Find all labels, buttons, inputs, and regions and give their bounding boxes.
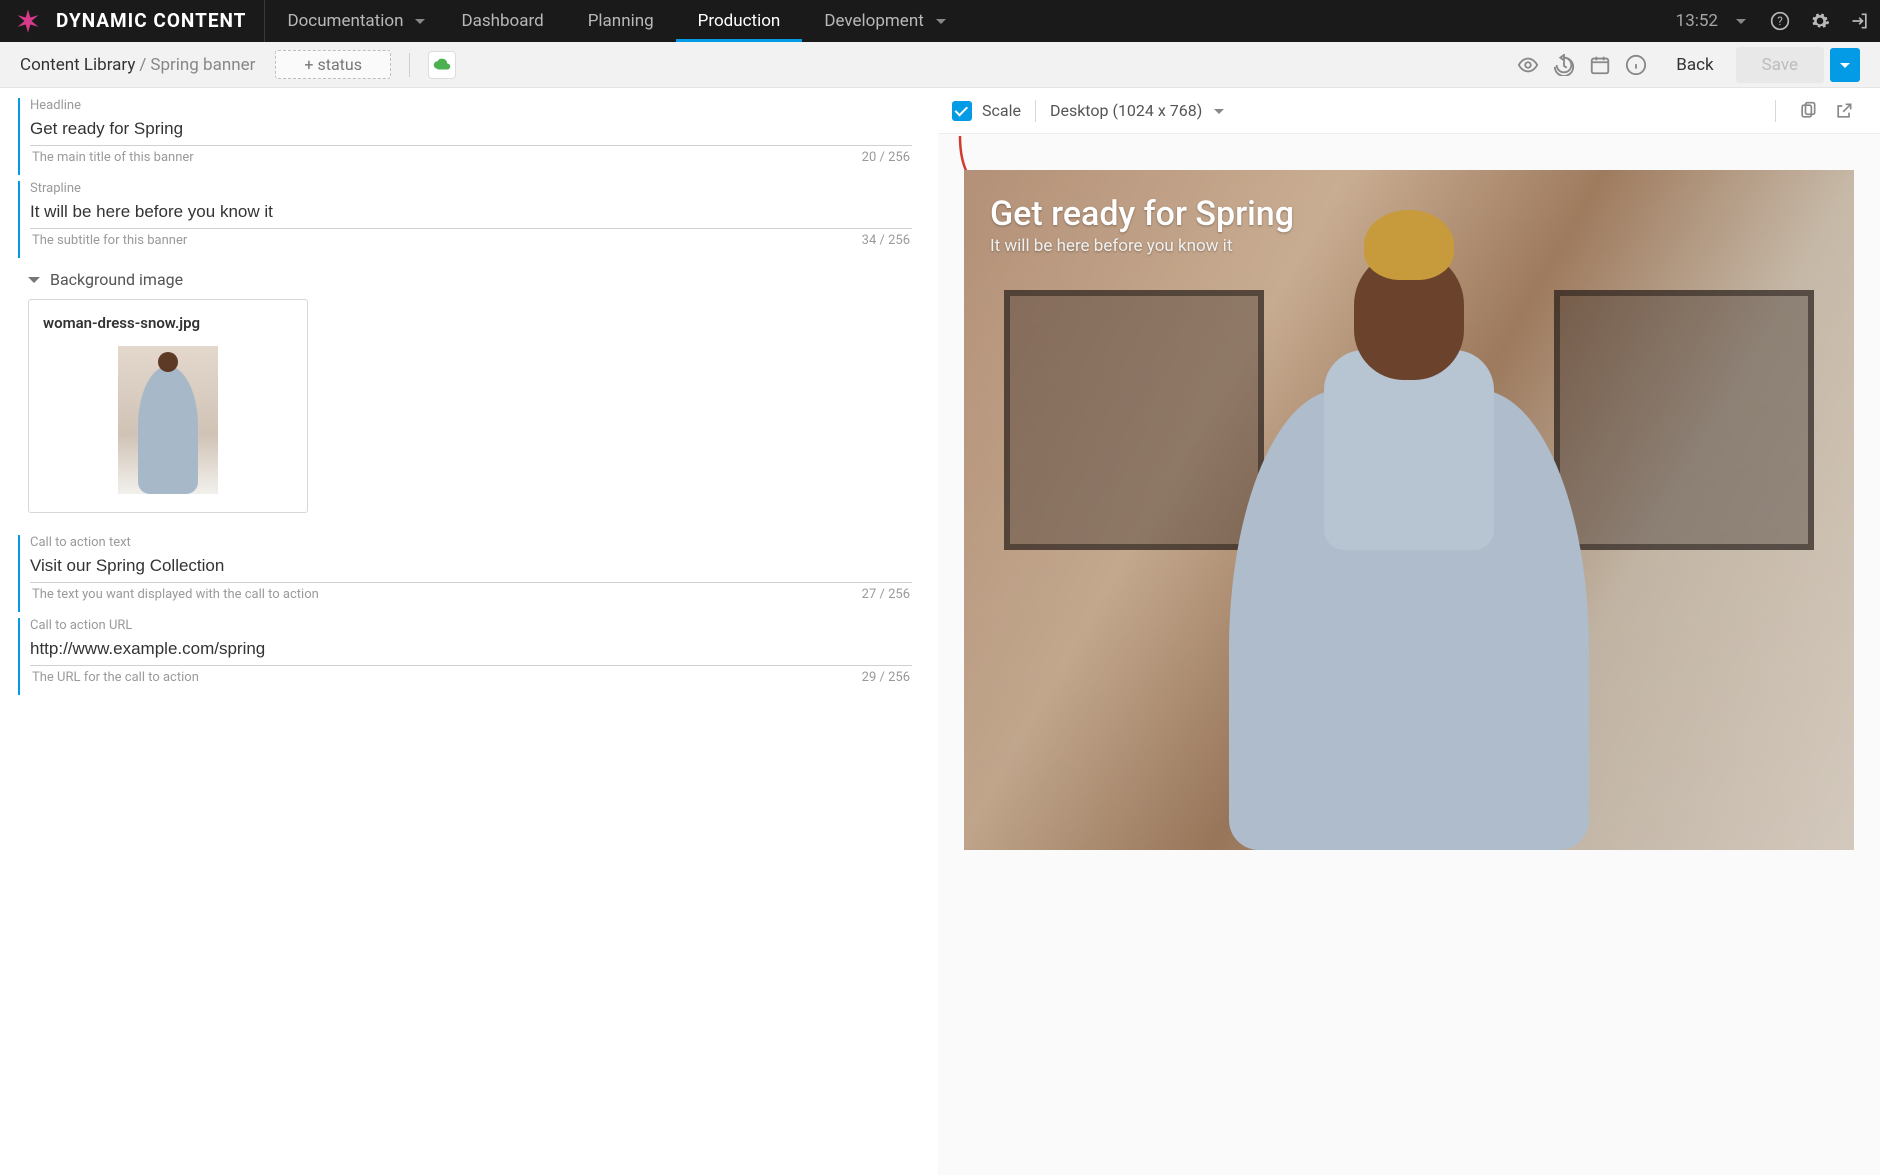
field-help: The main title of this banner: [32, 150, 194, 165]
visibility-icon[interactable]: [1510, 47, 1546, 83]
nav-dashboard[interactable]: Dashboard: [439, 0, 565, 42]
char-count: 20 / 256: [862, 150, 910, 165]
nav-development[interactable]: Development: [802, 0, 959, 42]
settings-icon[interactable]: [1800, 0, 1840, 42]
preview-toolbar: Scale Desktop (1024 x 768) 1: [938, 88, 1880, 134]
field-cta-url: Call to action URL The URL for the call …: [18, 618, 912, 695]
background-image-card[interactable]: woman-dress-snow.jpg: [28, 299, 308, 513]
scale-checkbox[interactable]: [952, 101, 972, 121]
group-label: Background image: [50, 270, 183, 289]
time-zone-selector[interactable]: 13:52: [1662, 11, 1760, 31]
logout-icon[interactable]: [1840, 0, 1880, 42]
device-selector[interactable]: Desktop (1024 x 768): [1050, 101, 1224, 120]
field-cta-text: Call to action text The text you want di…: [18, 535, 912, 612]
content-subbar: Content Library / Spring banner + status…: [0, 42, 1880, 88]
back-button[interactable]: Back: [1654, 55, 1735, 75]
app-logo-icon: [10, 3, 46, 39]
background-image-group-header[interactable]: Background image: [28, 264, 912, 299]
breadcrumb-sep: /: [135, 55, 150, 75]
strapline-input[interactable]: [30, 198, 912, 229]
app-brand: DYNAMIC CONTENT: [56, 0, 265, 42]
field-label: Headline: [30, 98, 912, 113]
open-external-icon[interactable]: [1826, 93, 1862, 129]
banner-strapline: It will be here before you know it: [990, 236, 1232, 256]
nav-production[interactable]: Production: [676, 0, 803, 42]
app-topbar: DYNAMIC CONTENT Documentation Dashboard …: [0, 0, 1880, 42]
field-help: The text you want displayed with the cal…: [32, 587, 319, 602]
history-icon[interactable]: [1546, 47, 1582, 83]
editor-form-pane: Headline The main title of this banner 2…: [0, 88, 938, 1175]
image-thumbnail: [118, 346, 218, 494]
help-icon[interactable]: ?: [1760, 0, 1800, 42]
char-count: 34 / 256: [862, 233, 910, 248]
info-icon[interactable]: [1618, 47, 1654, 83]
field-help: The URL for the call to action: [32, 670, 199, 685]
char-count: 29 / 256: [862, 670, 910, 685]
save-dropdown-button[interactable]: [1830, 48, 1860, 82]
chevron-down-icon: [28, 277, 40, 289]
preview-pane: Scale Desktop (1024 x 768) 1: [938, 88, 1880, 1175]
field-label: Call to action text: [30, 535, 912, 550]
clock-time: 13:52: [1676, 11, 1718, 31]
cta-url-input[interactable]: [30, 635, 912, 666]
banner-preview: Get ready for Spring It will be here bef…: [964, 170, 1854, 850]
nav-documentation[interactable]: Documentation: [265, 0, 439, 42]
breadcrumb-current: Spring banner: [150, 55, 255, 75]
field-strapline: Strapline The subtitle for this banner 3…: [18, 181, 912, 258]
field-headline: Headline The main title of this banner 2…: [18, 98, 912, 175]
add-status-button[interactable]: + status: [275, 50, 391, 79]
char-count: 27 / 256: [862, 587, 910, 602]
schedule-icon[interactable]: [1582, 47, 1618, 83]
image-filename: woman-dress-snow.jpg: [43, 314, 293, 332]
device-selected: Desktop (1024 x 768): [1050, 101, 1202, 120]
headline-input[interactable]: [30, 115, 912, 146]
save-button[interactable]: Save: [1736, 47, 1824, 83]
svg-text:?: ?: [1777, 14, 1783, 28]
field-help: The subtitle for this banner: [32, 233, 187, 248]
banner-headline: Get ready for Spring: [990, 194, 1294, 234]
cta-text-input[interactable]: [30, 552, 912, 583]
nav-planning[interactable]: Planning: [566, 0, 676, 42]
scale-label: Scale: [982, 101, 1021, 120]
breadcrumb-root[interactable]: Content Library: [20, 55, 135, 75]
cloud-sync-icon[interactable]: [428, 51, 456, 79]
field-label: Strapline: [30, 181, 912, 196]
preview-canvas: Get ready for Spring It will be here bef…: [938, 134, 1880, 1175]
copy-icon[interactable]: [1790, 93, 1826, 129]
field-label: Call to action URL: [30, 618, 912, 633]
